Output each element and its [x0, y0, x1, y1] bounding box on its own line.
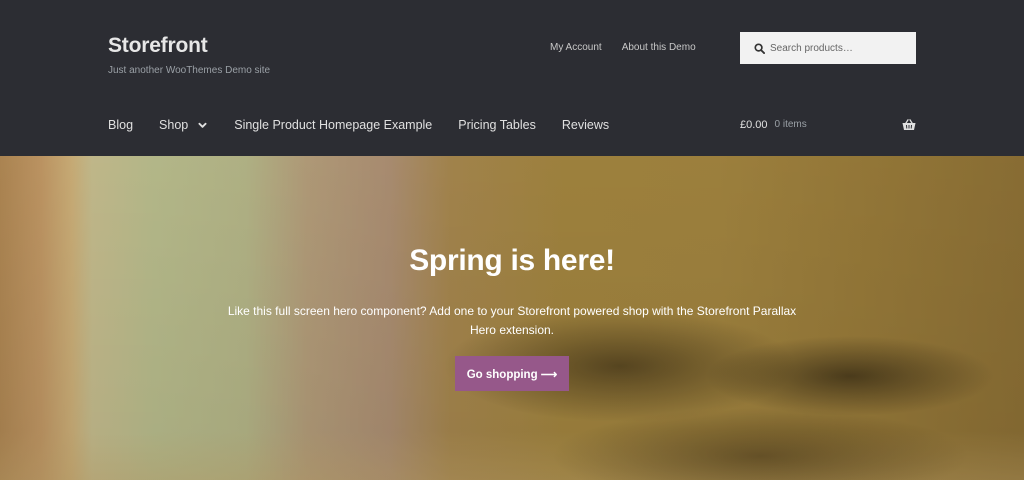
cart-amount[interactable]: £0.00 — [740, 118, 768, 132]
cart-item-count[interactable]: 0 items — [775, 118, 807, 132]
nav-item-label: Reviews — [561, 118, 610, 132]
site-branding: Storefront Just another WooThemes Demo s… — [108, 34, 270, 77]
nav-link-about-demo[interactable]: About this Demo — [622, 42, 696, 54]
nav-item-blog[interactable]: Blog — [108, 118, 133, 133]
site-title[interactable]: Storefront — [108, 34, 270, 58]
header-cart[interactable]: £0.00 0 items — [740, 118, 916, 132]
go-shopping-button[interactable]: Go shopping ⟶ — [455, 356, 569, 391]
nav-item-single-product[interactable]: Single Product Homepage Example — [234, 118, 432, 133]
nav-item-pricing-tables[interactable]: Pricing Tables — [458, 118, 536, 133]
nav-item-label: Blog — [108, 118, 134, 132]
nav-item-label: Shop — [159, 118, 189, 132]
site-header: Storefront Just another WooThemes Demo s… — [0, 0, 1024, 156]
hero-title: Spring is here! — [409, 244, 615, 277]
basket-icon[interactable] — [902, 119, 916, 131]
product-search — [740, 32, 916, 64]
secondary-navigation: My Account About this Demo — [550, 42, 696, 54]
nav-item-reviews[interactable]: Reviews — [562, 118, 609, 133]
chevron-down-icon[interactable] — [198, 122, 208, 130]
primary-navigation: Blog Shop Single Product Homepage Exampl… — [108, 118, 635, 133]
search-input[interactable] — [770, 42, 910, 54]
nav-link-my-account[interactable]: My Account — [550, 42, 602, 54]
nav-item-shop[interactable]: Shop — [159, 118, 208, 133]
nav-item-label: Single Product Homepage Example — [234, 118, 433, 132]
hero-description: Like this full screen hero component? Ad… — [227, 304, 797, 337]
hero-section: Spring is here! Like this full screen he… — [0, 156, 1024, 480]
nav-item-label: Pricing Tables — [458, 118, 536, 132]
search-icon[interactable] — [752, 41, 766, 55]
site-description: Just another WooThemes Demo site — [108, 65, 271, 76]
